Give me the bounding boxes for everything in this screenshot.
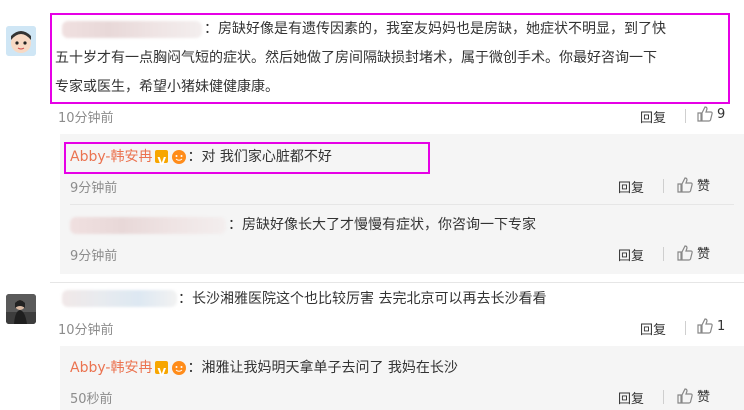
timestamp: 9分钟前 — [70, 249, 118, 264]
like-label: 赞 — [697, 390, 711, 405]
like-label: 赞 — [697, 247, 711, 262]
comment-text: ：房缺好像长大了才慢慢有症状，你咨询一下专家 — [228, 217, 536, 233]
like-button[interactable]: 赞 — [676, 243, 710, 262]
like-button[interactable]: 1 — [696, 317, 725, 335]
reply-button[interactable]: 回复 — [640, 107, 666, 126]
comment-text: ：湘雅让我妈明天拿单子去问了 我妈在长沙 — [187, 360, 458, 376]
thumbs-up-icon — [697, 318, 713, 334]
reply-button[interactable]: 回复 — [618, 388, 644, 407]
divider — [663, 179, 664, 193]
highlight-box — [50, 13, 730, 104]
like-button[interactable]: 赞 — [676, 386, 710, 405]
thumbs-up-icon — [677, 176, 693, 193]
verified-icon — [155, 360, 169, 385]
timestamp: 50秒前 — [70, 392, 113, 407]
divider — [663, 390, 664, 404]
thumbs-up-icon — [677, 387, 693, 404]
highlight-box — [64, 142, 430, 174]
divider — [685, 321, 686, 335]
blurred-username[interactable] — [70, 217, 226, 234]
avatar[interactable] — [6, 294, 36, 324]
comment-text: ：长沙湘雅医院这个也比较厉害 去完北京可以再去长沙看看 — [178, 291, 547, 307]
like-button[interactable]: 赞 — [676, 175, 710, 194]
timestamp: 9分钟前 — [70, 181, 118, 196]
timestamp: 10分钟前 — [58, 111, 114, 126]
reply-text: Abby-韩安冉 ：湘雅让我妈明天拿单子去问了 我妈在长沙 — [70, 356, 458, 385]
divider — [663, 247, 664, 261]
thumbs-up-icon — [677, 244, 693, 261]
reply-button[interactable]: 回复 — [618, 245, 644, 264]
like-count: 1 — [717, 318, 726, 334]
divider — [70, 204, 734, 205]
like-count: 9 — [717, 106, 726, 122]
member-icon — [172, 361, 187, 375]
divider — [685, 109, 686, 123]
like-label: 赞 — [697, 179, 711, 194]
timestamp: 10分钟前 — [58, 323, 114, 338]
reply-button[interactable]: 回复 — [640, 319, 666, 338]
reply-button[interactable]: 回复 — [618, 177, 644, 196]
blurred-username[interactable] — [62, 290, 177, 307]
thumbs-up-icon — [697, 106, 713, 122]
avatar[interactable] — [6, 26, 36, 56]
like-button[interactable]: 9 — [696, 105, 725, 123]
divider — [50, 282, 744, 283]
author-name[interactable]: Abby-韩安冉 — [70, 360, 152, 376]
